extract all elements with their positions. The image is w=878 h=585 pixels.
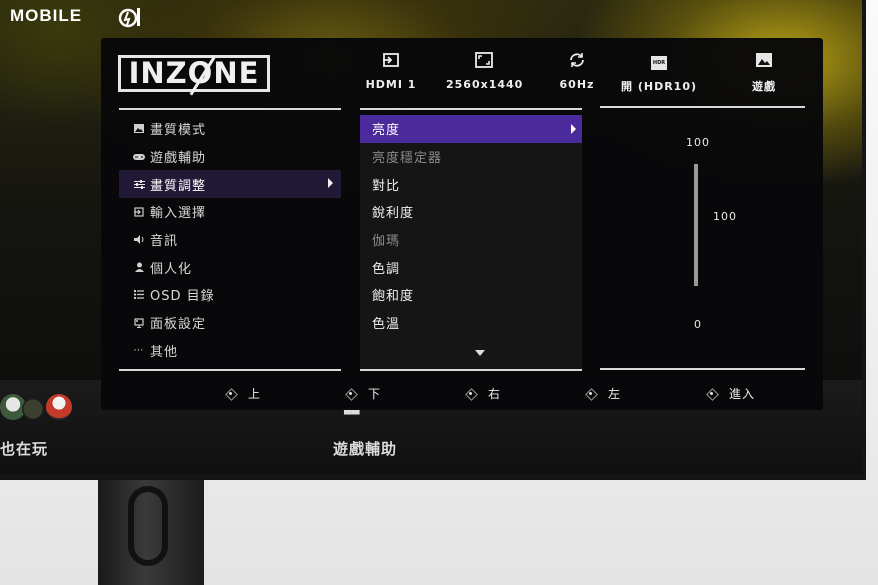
osd-menu: INZONE HDMI 1 2560x1440 60Hz HDR 開 (HDR1… <box>101 38 823 410</box>
sub-item-label: 飽和度 <box>372 289 415 305</box>
input-source-icon <box>359 52 423 72</box>
brightness-slider[interactable] <box>694 164 698 286</box>
sub-item-label: 銳利度 <box>372 206 415 222</box>
more-icon: ⋯ <box>133 344 145 356</box>
chevron-down-icon[interactable] <box>475 350 485 356</box>
input-icon <box>133 206 145 218</box>
sub-item-brightness-stabilizer[interactable]: 亮度穩定器 <box>360 143 582 171</box>
dpad-icon <box>345 388 356 399</box>
menu-item-label: 個人化 <box>150 261 193 277</box>
sub-menu: 亮度 亮度穩定器 對比 銳利度 伽瑪 色調 飽和度 色溫 <box>360 115 582 369</box>
chevron-right-icon <box>328 178 333 189</box>
brand-logo: INZONE <box>118 55 270 96</box>
bottom-divider-middle <box>360 369 582 371</box>
menu-item-label: 音訊 <box>150 234 179 250</box>
sub-item-sharpness[interactable]: 銳利度 <box>360 198 582 226</box>
sliders-icon <box>133 178 145 190</box>
top-divider-left <box>119 108 341 110</box>
watermark-logo-icon <box>118 8 140 28</box>
avatar <box>46 394 72 420</box>
panel-icon <box>133 317 145 329</box>
dpad-icon <box>706 388 717 399</box>
sub-item-label: 色溫 <box>372 317 401 333</box>
chevron-right-icon <box>571 124 576 134</box>
menu-item-input-select[interactable]: 輸入選擇 <box>119 198 341 226</box>
slider-min-label: 0 <box>694 318 701 331</box>
top-divider-middle <box>360 108 582 110</box>
hdr-icon: HDR <box>621 52 697 72</box>
gamepad-icon: ▀▀ <box>344 410 360 421</box>
menu-item-label: 遊戲輔助 <box>150 151 207 167</box>
bottom-divider-left <box>119 369 341 371</box>
hint-right: 右 <box>465 385 501 402</box>
refresh-rate-icon <box>551 52 603 72</box>
menu-item-personalize[interactable]: 個人化 <box>119 253 341 281</box>
top-divider-right <box>600 106 805 108</box>
picture-mode-icon <box>133 123 145 135</box>
menu-item-others[interactable]: ⋯ 其他 <box>119 337 341 365</box>
status-refresh-rate: 60Hz <box>551 52 603 91</box>
list-icon <box>133 289 145 301</box>
hint-down: 下 <box>345 385 381 402</box>
resolution-icon <box>446 52 522 72</box>
menu-item-panel-settings[interactable]: 面板設定 <box>119 309 341 337</box>
stand-cable <box>128 486 168 566</box>
sub-item-contrast[interactable]: 對比 <box>360 170 582 198</box>
menu-item-picture-mode[interactable]: 畫質模式 <box>119 115 341 143</box>
status-resolution: 2560x1440 <box>446 52 522 91</box>
dpad-icon <box>585 388 596 399</box>
menu-item-label: 其他 <box>150 344 179 360</box>
sub-item-label: 對比 <box>372 178 401 194</box>
gamepad-icon <box>133 151 145 163</box>
status-picture-mode: 遊戲 <box>741 52 787 94</box>
menu-item-label: 輸入選擇 <box>150 206 207 222</box>
menu-item-label: 面板設定 <box>150 317 207 333</box>
status-hdr: HDR 開 (HDR10) <box>621 52 697 94</box>
menu-item-label: 畫質模式 <box>150 123 207 139</box>
menu-item-audio[interactable]: 音訊 <box>119 226 341 254</box>
hint-enter: 進入 <box>706 385 755 402</box>
menu-item-label: 畫質調整 <box>150 178 207 194</box>
sub-item-label: 亮度 <box>372 123 401 139</box>
menu-item-picture-adjust[interactable]: 畫質調整 <box>119 170 341 199</box>
sub-item-label: 色調 <box>372 261 401 277</box>
picture-mode-icon <box>741 52 787 72</box>
game-playing-label: 也在玩 <box>0 440 49 458</box>
menu-item-label: OSD 目錄 <box>150 289 215 305</box>
avatar <box>22 398 44 420</box>
main-menu: 畫質模式 遊戲輔助 畫質調整 輸入選擇 音訊 個人化 OSD 目錄 面板設定 ⋯… <box>119 115 341 364</box>
hint-up: 上 <box>225 385 261 402</box>
sub-item-gamma[interactable]: 伽瑪 <box>360 226 582 254</box>
hint-left: 左 <box>585 385 621 402</box>
watermark-text: MOBILE <box>10 6 83 25</box>
speaker-icon <box>133 234 145 246</box>
status-input: HDMI 1 <box>359 52 423 91</box>
person-icon <box>133 261 145 273</box>
sub-item-color-temperature[interactable]: 色溫 <box>360 309 582 337</box>
menu-item-game-assist[interactable]: 遊戲輔助 <box>119 143 341 171</box>
sub-item-label: 伽瑪 <box>372 234 401 250</box>
sub-item-hue[interactable]: 色調 <box>360 253 582 281</box>
slider-max-label: 100 <box>686 136 710 149</box>
sub-item-label: 亮度穩定器 <box>372 151 443 167</box>
game-assist-label: 遊戲輔助 <box>333 440 398 458</box>
sub-item-saturation[interactable]: 飽和度 <box>360 281 582 309</box>
bottom-divider-right <box>600 368 805 370</box>
dpad-icon <box>465 388 476 399</box>
slider-current-value: 100 <box>713 210 737 223</box>
dpad-icon <box>225 388 236 399</box>
menu-item-osd-menu[interactable]: OSD 目錄 <box>119 281 341 309</box>
slider-fill <box>694 164 698 286</box>
sub-item-brightness[interactable]: 亮度 <box>360 115 582 143</box>
